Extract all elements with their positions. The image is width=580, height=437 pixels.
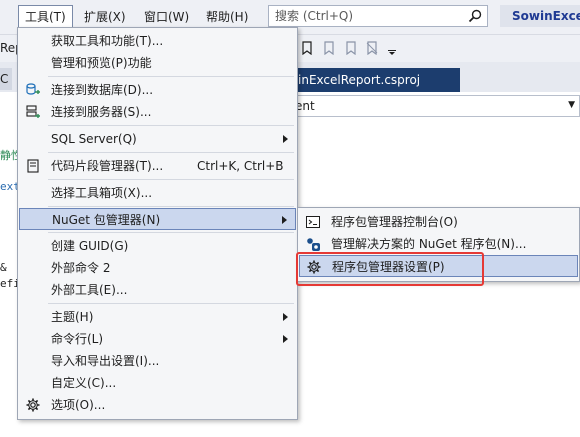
- menu-item-label: 连接到服务器(S)...: [51, 105, 152, 119]
- menu-item-label: 选择工具箱项(X)...: [51, 186, 153, 200]
- menu-item-choose-toolbox[interactable]: 选择工具箱项(X)...: [19, 182, 296, 204]
- submenu-item-label: 程序包管理器控制台(O): [331, 215, 458, 229]
- menu-item-command-line[interactable]: 命令行(L): [19, 328, 296, 350]
- submenu-arrow-icon: [283, 335, 288, 343]
- menu-item-label: 导入和导出设置(I)...: [51, 354, 160, 368]
- menu-separator: [48, 76, 294, 77]
- menu-item-label: 主题(H): [51, 310, 94, 324]
- menu-item-external-command-2[interactable]: 外部命令 2: [19, 257, 296, 279]
- nuget-icon: [307, 238, 320, 251]
- menu-item-get-tools[interactable]: 获取工具和功能(T)...: [19, 30, 296, 52]
- menu-item-code-snippets[interactable]: 代码片段管理器(T)... Ctrl+K, Ctrl+B: [19, 155, 296, 177]
- menu-item-label: 连接到数据库(D)...: [51, 83, 154, 97]
- gear-icon: [307, 260, 321, 274]
- console-icon: [306, 216, 320, 228]
- menu-separator: [48, 152, 294, 153]
- bookmark-prev-icon[interactable]: [322, 40, 336, 55]
- bookmark-next-icon[interactable]: [344, 40, 358, 55]
- menu-item-connect-server[interactable]: 连接到服务器(S)...: [19, 101, 296, 123]
- editor-code-fragment: &: [0, 261, 7, 274]
- bookmark-clear-icon[interactable]: [365, 40, 379, 55]
- chevron-down-icon: ▼: [568, 100, 575, 110]
- menu-item-label: 外部命令 2: [51, 261, 111, 275]
- menu-item-label: 选项(O)...: [51, 398, 106, 412]
- menu-item-shortcut: Ctrl+K, Ctrl+B: [197, 159, 284, 173]
- menu-item-label: 命令行(L): [51, 332, 104, 346]
- menu-item-customize[interactable]: 自定义(C)...: [19, 372, 296, 394]
- menu-item-manage-preview[interactable]: 管理和预览(P)功能: [19, 52, 296, 74]
- submenu-item-label: 程序包管理器设置(P): [332, 260, 445, 274]
- menu-item-nuget[interactable]: NuGet 包管理器(N): [19, 208, 296, 230]
- menu-item-label: 自定义(C)...: [51, 376, 117, 390]
- menu-item-options[interactable]: 选项(O)...: [19, 394, 296, 416]
- menu-item-label: 外部工具(E)...: [51, 283, 128, 297]
- submenu-item-package-console[interactable]: 程序包管理器控制台(O): [299, 211, 578, 233]
- database-connect-icon: [26, 83, 40, 95]
- submenu-item-package-settings[interactable]: 程序包管理器设置(P): [299, 255, 578, 277]
- menu-item-sql-server[interactable]: SQL Server(Q): [19, 128, 296, 150]
- tools-menu: 获取工具和功能(T)... 管理和预览(P)功能 连接到数据库(D)... 连接…: [17, 27, 298, 420]
- menu-item-import-export[interactable]: 导入和导出设置(I)...: [19, 350, 296, 372]
- navigation-dropdown[interactable]: ent ▼: [290, 95, 580, 117]
- menu-item-create-guid[interactable]: 创建 GUID(G): [19, 235, 296, 257]
- tab-project-file[interactable]: inExcelReport.csproj: [290, 68, 460, 92]
- bookmark-icon[interactable]: [300, 40, 314, 55]
- toolbar-overflow-icon[interactable]: [387, 41, 397, 55]
- menu-separator: [48, 179, 294, 180]
- menu-item-label: 代码片段管理器(T)...: [51, 159, 164, 173]
- menu-item-label: 管理和预览(P)功能: [51, 56, 152, 70]
- menu-item-external-tools[interactable]: 外部工具(E)...: [19, 279, 296, 301]
- menu-item-connect-database[interactable]: 连接到数据库(D)...: [19, 79, 296, 101]
- menu-separator: [48, 232, 294, 233]
- menu-item-theme[interactable]: 主题(H): [19, 306, 296, 328]
- menu-item-label: NuGet 包管理器(N): [52, 213, 161, 227]
- snippet-icon: [27, 159, 39, 173]
- server-connect-icon: [26, 105, 40, 118]
- search-icon[interactable]: [467, 8, 483, 24]
- solution-name[interactable]: SowinExcel: [500, 5, 580, 27]
- menu-tools[interactable]: 工具(T): [18, 5, 73, 29]
- menu-separator: [48, 206, 294, 207]
- tab-partial[interactable]: C: [0, 68, 12, 90]
- search-placeholder: 搜索 (Ctrl+Q): [275, 9, 354, 23]
- menu-extensions[interactable]: 扩展(X): [78, 6, 132, 28]
- menu-separator: [48, 125, 294, 126]
- search-input[interactable]: 搜索 (Ctrl+Q): [268, 5, 488, 27]
- nuget-submenu: 程序包管理器控制台(O) 管理解决方案的 NuGet 程序包(N)... 程序包…: [297, 207, 580, 282]
- menu-item-label: 获取工具和功能(T)...: [51, 34, 164, 48]
- menu-item-label: SQL Server(Q): [51, 132, 137, 146]
- submenu-item-label: 管理解决方案的 NuGet 程序包(N)...: [331, 237, 527, 251]
- submenu-item-manage-packages[interactable]: 管理解决方案的 NuGet 程序包(N)...: [299, 233, 578, 255]
- submenu-arrow-icon: [283, 313, 288, 321]
- submenu-arrow-icon: [282, 216, 287, 224]
- gear-icon: [26, 398, 40, 412]
- menu-item-label: 创建 GUID(G): [51, 239, 129, 253]
- menu-separator: [48, 303, 294, 304]
- menu-help[interactable]: 帮助(H): [200, 6, 254, 28]
- submenu-arrow-icon: [283, 135, 288, 143]
- menu-window[interactable]: 窗口(W): [138, 6, 195, 28]
